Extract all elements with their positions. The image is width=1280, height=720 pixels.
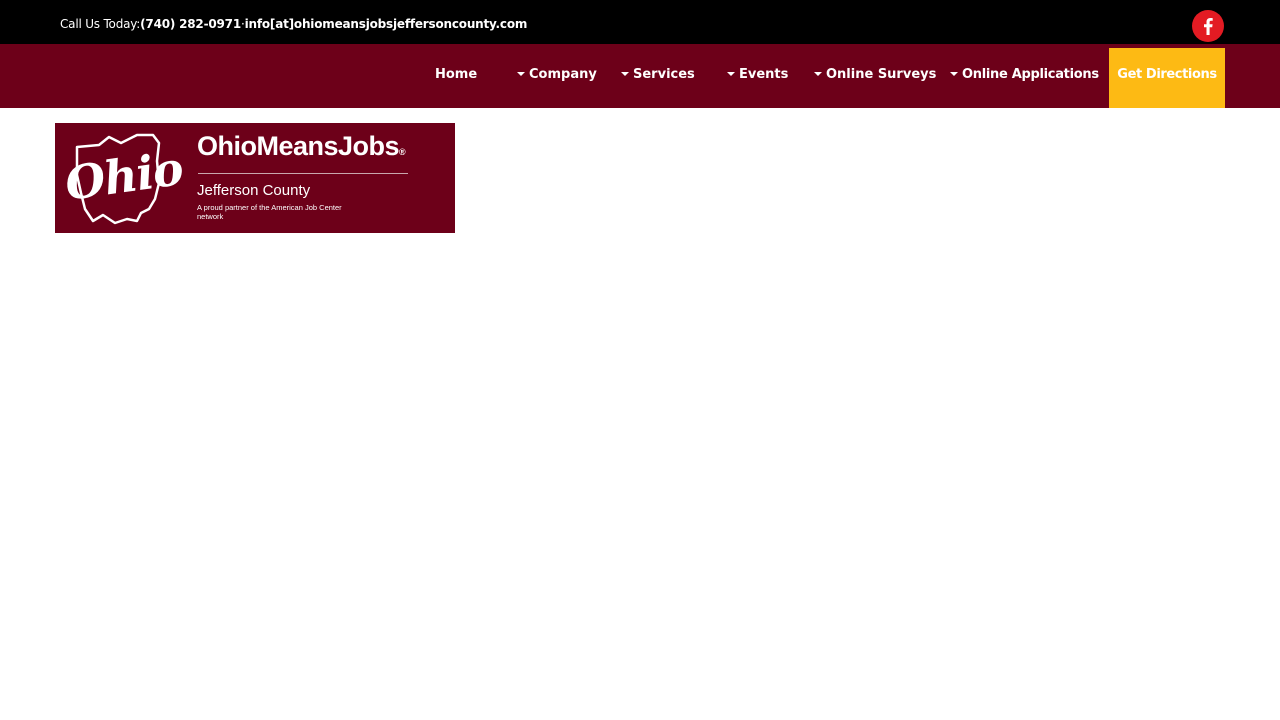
nav-online-applications[interactable]: Online Applications [950, 44, 1099, 108]
caret-down-icon [517, 71, 525, 76]
phone-link[interactable]: (740) 282-0971 [140, 17, 241, 31]
top-contact-bar: Call Us Today:(740) 282-0971·info[at]ohi… [0, 0, 1280, 44]
email-link[interactable]: info[at]ohiomeansjobsjeffersoncounty.com [245, 17, 528, 31]
nav-events[interactable]: Events [727, 44, 788, 108]
facebook-icon[interactable] [1192, 10, 1224, 42]
nav-events-label: Events [739, 67, 789, 82]
nav-home[interactable]: Home [435, 44, 477, 108]
caret-down-icon [950, 71, 958, 76]
nav-company[interactable]: Company [517, 44, 597, 108]
nav-home-label: Home [435, 67, 478, 82]
logo-title: OhioMeansJobs [197, 131, 400, 161]
get-directions-button[interactable]: Get Directions [1109, 48, 1225, 108]
site-logo[interactable]: Ohio OhioMeansJobs® Jefferson County A p… [55, 123, 455, 233]
logo-divider [198, 173, 408, 174]
caret-down-icon [727, 71, 735, 76]
nav-online-surveys[interactable]: Online Surveys [814, 44, 936, 108]
logo-county: Jefferson County [197, 182, 311, 199]
call-us-label: Call Us Today: [60, 17, 141, 31]
get-directions-label: Get Directions [1117, 67, 1217, 82]
nav-company-label: Company [529, 67, 597, 82]
caret-down-icon [621, 71, 629, 76]
caret-down-icon [814, 71, 822, 76]
main-navbar: Home Company Services Events Online Surv… [0, 44, 1280, 108]
nav-surveys-label: Online Surveys [826, 67, 937, 82]
nav-services[interactable]: Services [621, 44, 695, 108]
contact-info: Call Us Today:(740) 282-0971·info[at]ohi… [60, 16, 527, 32]
registered-mark: ® [399, 147, 406, 157]
nav-services-label: Services [633, 67, 695, 82]
logo-tagline: A proud partner of the American Job Cent… [197, 203, 342, 221]
nav-applications-label: Online Applications [962, 67, 1099, 82]
